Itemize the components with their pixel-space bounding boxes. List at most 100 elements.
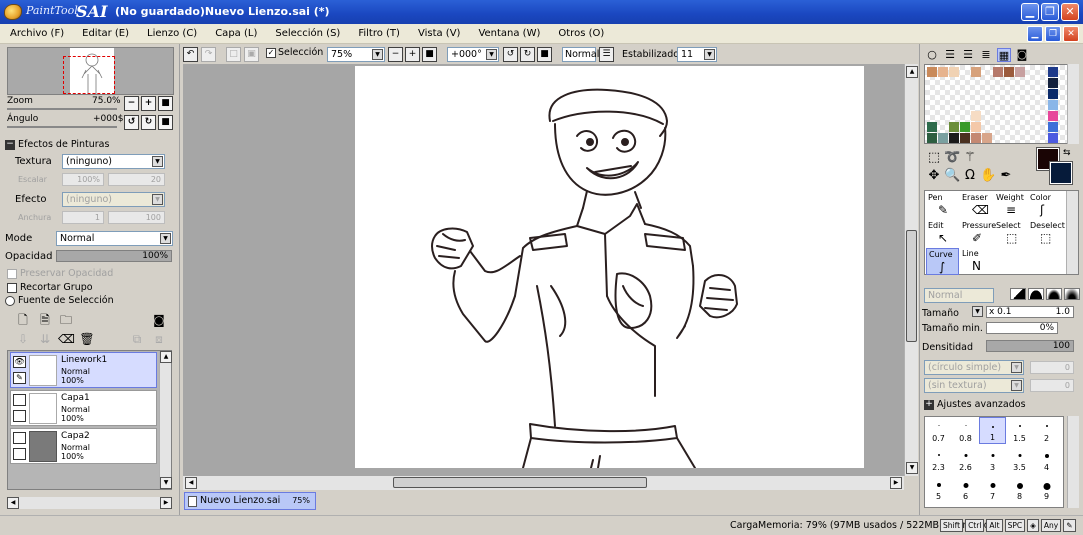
canvas-hscrollbar[interactable]: ◀ ▶ — [183, 476, 904, 490]
secondary-color-swatch[interactable] — [1049, 161, 1073, 185]
swatch[interactable] — [971, 111, 981, 121]
rgb-slider-icon[interactable]: ☰ — [943, 48, 957, 62]
zoom-out-button[interactable]: − — [388, 47, 403, 62]
deselect-button[interactable]: □ — [226, 47, 241, 62]
swatch[interactable] — [960, 133, 970, 143]
size-preset[interactable]: 1 — [979, 417, 1006, 444]
navigator-view-frame[interactable] — [63, 56, 115, 94]
view-mode-select[interactable]: Normal — [562, 47, 599, 62]
zoom-select[interactable]: 75% ▼ — [327, 47, 385, 62]
stabilizer-select[interactable]: 11 ▼ — [677, 47, 717, 62]
pen-lock-icon[interactable]: ✎ — [13, 372, 26, 384]
swatch[interactable] — [949, 122, 959, 132]
brush-eraser[interactable]: Eraser ⌫ — [960, 192, 993, 219]
doc-close-button[interactable]: ✕ — [1063, 26, 1079, 42]
brush-curve[interactable]: Curve ∫ — [926, 248, 959, 275]
texture-select[interactable]: (ninguno) ▼ — [62, 154, 165, 169]
swap-colors-icon[interactable]: ⇆ — [1063, 148, 1071, 158]
brush-line[interactable]: Line N — [960, 248, 993, 275]
brush-shape-select[interactable]: (círculo simple) ▼ — [924, 360, 1024, 375]
size-preset[interactable]: 6 — [952, 475, 979, 502]
size-preset[interactable]: 7 — [979, 475, 1006, 502]
chevron-down-icon[interactable]: ▼ — [972, 306, 983, 317]
selection-source-radio[interactable]: Fuente de Selección — [5, 295, 114, 306]
zoom-reset-button[interactable]: ■ — [158, 96, 173, 111]
zoom-in-button[interactable]: + — [141, 96, 156, 111]
lasso-icon[interactable]: ➰ — [944, 150, 960, 166]
swatch[interactable] — [1048, 111, 1058, 121]
zoom-icon[interactable]: 🔍 — [944, 168, 960, 184]
swatch[interactable] — [982, 133, 992, 143]
size-preset[interactable]: 3 — [979, 446, 1006, 473]
brush-pen[interactable]: Pen ✎ — [926, 192, 959, 219]
redo-button[interactable]: ↷ — [201, 47, 216, 62]
swatch[interactable] — [1015, 67, 1025, 77]
swatch[interactable] — [938, 133, 948, 143]
minimize-button[interactable]: ▁ — [1021, 3, 1039, 21]
size-preset[interactable]: 9 — [1033, 475, 1060, 502]
swatch[interactable] — [927, 122, 937, 132]
menu-archivo[interactable]: Archivo (F) — [10, 28, 64, 39]
layer-mask-icon[interactable]: ◙ — [151, 312, 167, 328]
swatch[interactable] — [971, 122, 981, 132]
brush-edit[interactable]: Edit ↖ — [926, 220, 959, 247]
size-preset[interactable]: 2 — [1033, 417, 1060, 444]
selection-checkbox[interactable]: ✓ Selección — [266, 47, 323, 58]
zoom-slider[interactable] — [7, 108, 117, 110]
layer-item-capa1[interactable]: Capa1 Normal 100% — [10, 390, 157, 426]
scratchpad-icon[interactable]: ◙ — [1015, 48, 1029, 62]
navigator-preview[interactable] — [7, 47, 174, 95]
eye-icon[interactable]: 👁 — [13, 356, 26, 368]
edge-soft-icon[interactable] — [1046, 288, 1062, 300]
rotate-right-button[interactable]: ↻ — [520, 47, 535, 62]
new-folder-icon[interactable]: 🗀 — [58, 312, 74, 328]
swatch[interactable] — [1004, 67, 1014, 77]
brush-mode-select[interactable]: Normal — [924, 288, 994, 303]
layer-hscrollbar[interactable]: ◀ ▶ — [7, 497, 172, 509]
swatch[interactable] — [927, 133, 937, 143]
blend-mode-select[interactable]: Normal ▼ — [56, 231, 173, 246]
menu-otros[interactable]: Otros (O) — [558, 28, 604, 39]
color-wheel-icon[interactable]: ○ — [925, 48, 939, 62]
doc-restore-button[interactable]: ❐ — [1045, 26, 1061, 42]
rotate-right-button[interactable]: ↻ — [141, 115, 156, 130]
brush-color[interactable]: Color ʃ — [1028, 192, 1061, 219]
clip-group-checkbox[interactable]: Recortar Grupo — [7, 282, 93, 293]
brush-grid-scrollbar[interactable] — [1066, 191, 1078, 274]
new-layer-icon[interactable]: 🗋 — [15, 312, 31, 328]
brush-deselect[interactable]: Deselect ⬚ — [1028, 220, 1065, 247]
edge-round-icon[interactable] — [1028, 288, 1044, 300]
menu-ventana[interactable]: Ventana (W) — [478, 28, 540, 39]
zoom-out-button[interactable]: − — [124, 96, 139, 111]
canvas-area[interactable] — [183, 64, 904, 476]
effect-select[interactable]: (ninguno) ▼ — [62, 192, 165, 207]
scroll-left-icon[interactable]: ◀ — [185, 477, 197, 489]
scroll-down-icon[interactable]: ▼ — [906, 462, 918, 474]
drawing-paper[interactable] — [355, 66, 864, 469]
hand-icon[interactable]: ✋ — [980, 168, 996, 184]
swatches-scrollbar[interactable] — [1067, 64, 1079, 144]
layer-list-scrollbar[interactable]: ▲ ▼ — [159, 351, 172, 489]
scroll-up-icon[interactable]: ▲ — [906, 66, 918, 78]
edge-softest-icon[interactable] — [1064, 288, 1080, 300]
size-preset[interactable]: 8 — [1006, 475, 1033, 502]
opacity-slider[interactable]: 100% — [56, 250, 172, 262]
menu-filtro[interactable]: Filtro (T) — [358, 28, 400, 39]
swatches-icon[interactable]: ▦ — [997, 48, 1011, 62]
swatch[interactable] — [1048, 78, 1058, 88]
swatch[interactable] — [1048, 100, 1058, 110]
size-preset[interactable]: 0.7 — [925, 417, 952, 444]
eyedropper-icon[interactable]: ✒ — [998, 168, 1014, 184]
rotate-reset-button[interactable]: ■ — [537, 47, 552, 62]
size-preset[interactable]: 2.3 — [925, 446, 952, 473]
visibility-toggle[interactable] — [13, 432, 26, 444]
scroll-up-icon[interactable]: ▲ — [160, 351, 172, 363]
angle-slider[interactable] — [7, 126, 117, 128]
zoom-in-button[interactable]: + — [405, 47, 420, 62]
move-icon[interactable]: ✥ — [926, 168, 942, 184]
rotate-icon[interactable]: Ω — [962, 168, 978, 184]
swatch[interactable] — [949, 67, 959, 77]
swatch[interactable] — [971, 133, 981, 143]
min-size-slider[interactable]: 0% — [986, 322, 1058, 334]
size-preset[interactable]: 1.5 — [1006, 417, 1033, 444]
